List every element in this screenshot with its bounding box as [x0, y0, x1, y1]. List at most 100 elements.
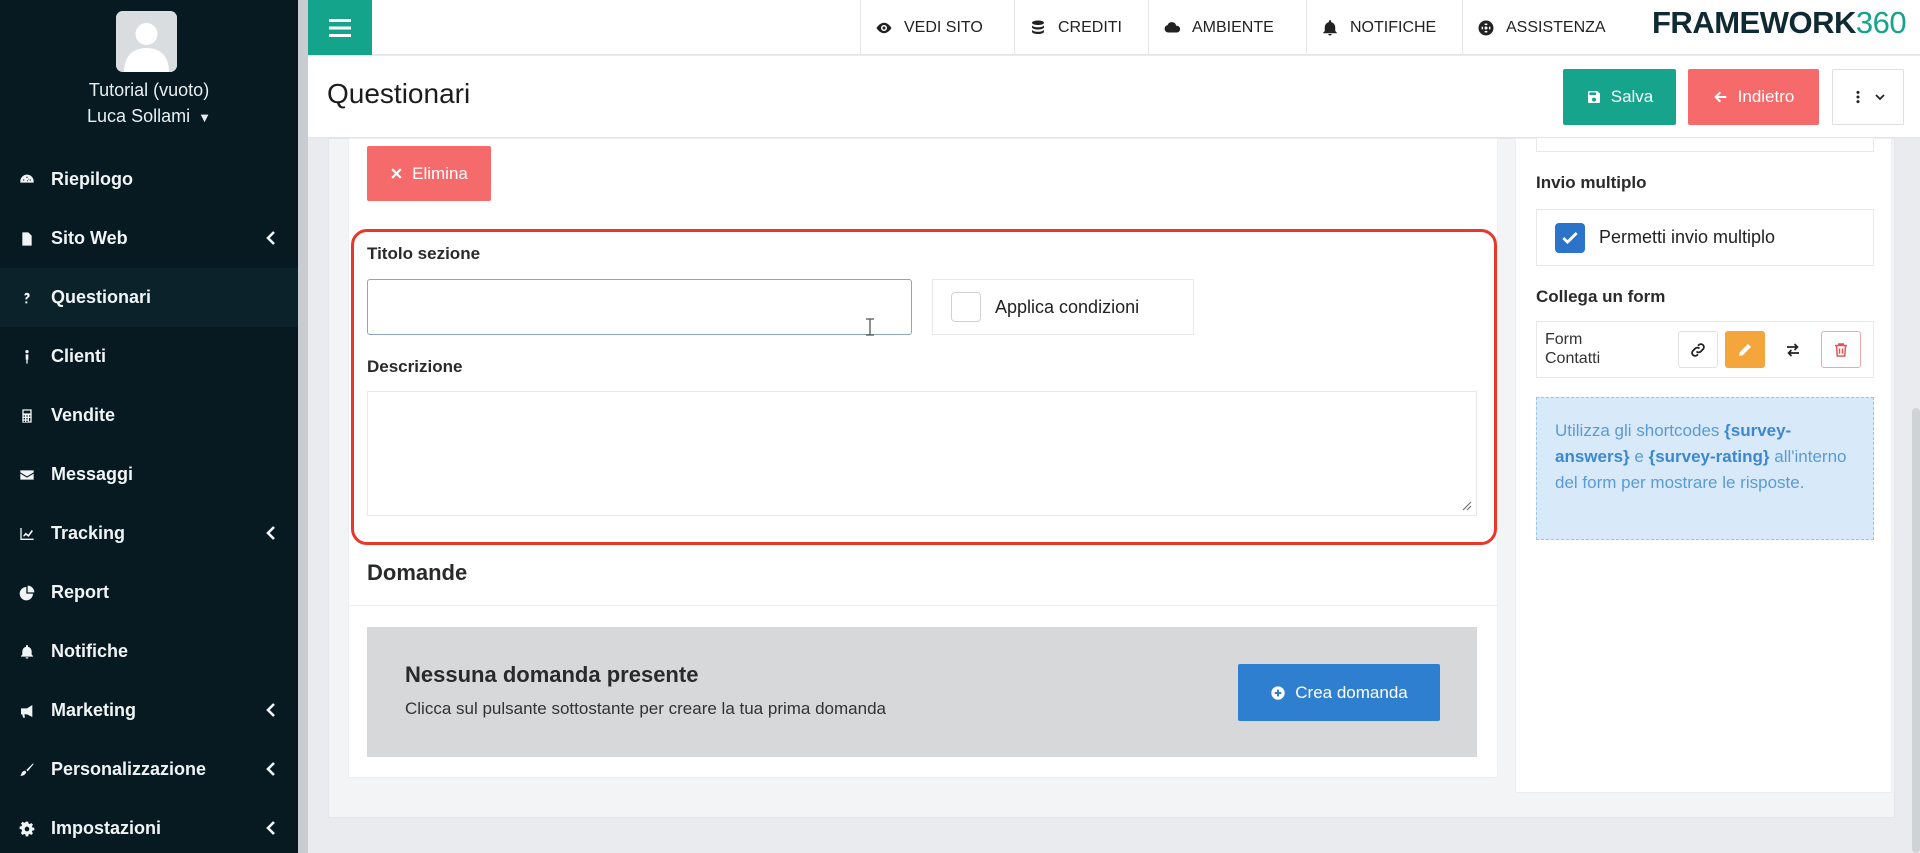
bell-icon	[18, 643, 36, 661]
topnav-label: AMBIENTE	[1192, 18, 1274, 36]
user-silhouette-icon	[116, 11, 177, 72]
sidebar-item-label: Report	[51, 582, 109, 602]
brush-icon	[18, 761, 36, 779]
multi-submit-heading: Invio multiplo	[1536, 173, 1647, 192]
chevron-left-icon	[266, 702, 276, 718]
sidebar-item-vendite[interactable]: Vendite	[0, 386, 298, 445]
multi-submit-toggle[interactable]: Permetti invio multiplo	[1536, 209, 1874, 266]
back-label: Indietro	[1737, 87, 1795, 106]
questions-heading: Domande	[367, 560, 468, 585]
pie-chart-icon	[18, 584, 36, 602]
megaphone-icon	[18, 702, 36, 720]
title-bar	[308, 56, 1920, 138]
exchange-icon	[1787, 342, 1799, 357]
shortcode-rating: {survey-rating}	[1648, 447, 1770, 466]
chevron-down-icon	[1874, 94, 1885, 101]
sidebar-item-riepilogo[interactable]: Riepilogo	[0, 150, 298, 209]
chevron-left-icon	[266, 525, 276, 541]
edit-form-button[interactable]	[1725, 331, 1765, 368]
sidebar-item-tracking[interactable]: Tracking	[0, 504, 298, 563]
plus-circle-icon	[1271, 685, 1285, 700]
sidebar-item-label: Messaggi	[51, 464, 134, 484]
file-icon	[18, 230, 36, 248]
create-question-label: Crea domanda	[1295, 682, 1408, 702]
floppy-disk-icon	[1587, 91, 1600, 103]
divider	[349, 605, 1497, 606]
sidebar-item-label: Clienti	[51, 346, 107, 366]
topnav-crediti[interactable]: CREDITI	[1014, 0, 1136, 55]
text-cursor-icon	[866, 318, 874, 336]
topnav-ambiente[interactable]: AMBIENTE	[1148, 0, 1288, 55]
page-title: Questionari	[327, 78, 471, 109]
section-title-input[interactable]	[367, 279, 912, 335]
swap-form-button[interactable]	[1773, 331, 1813, 368]
topnav-vedi-sito[interactable]: VEDI SITO	[860, 0, 997, 55]
more-options-button[interactable]	[1832, 69, 1904, 125]
description-label: Descrizione	[367, 357, 463, 376]
sidebar-item-messaggi[interactable]: Messaggi	[0, 445, 298, 504]
user-menu[interactable]: Luca Sollami ▼	[0, 106, 298, 127]
resize-handle-icon[interactable]	[1462, 501, 1472, 511]
sidebar-item-sito-web[interactable]: Sito Web	[0, 209, 298, 268]
chevron-left-icon	[266, 761, 276, 777]
save-button[interactable]: Salva	[1563, 69, 1676, 125]
sidebar-item-questionari[interactable]: Questionari	[0, 268, 298, 327]
info-text: e	[1629, 447, 1649, 466]
sidebar-item-clienti[interactable]: Clienti	[0, 327, 298, 386]
page-scrollbar[interactable]	[1912, 408, 1920, 853]
topnav-label: ASSISTENZA	[1506, 18, 1606, 36]
arrow-left-icon	[1713, 91, 1726, 103]
brand-logo[interactable]: FRAMEWORK360	[1652, 5, 1907, 41]
description-textarea[interactable]	[367, 391, 1477, 516]
empty-questions-subtitle: Clicca sul pulsante sottostante per crea…	[405, 699, 886, 718]
sidebar-item-label: Notifiche	[51, 641, 129, 661]
menu-toggle-button[interactable]	[308, 0, 372, 55]
cloud-icon	[1164, 21, 1181, 32]
brand-number: 360	[1855, 5, 1907, 40]
sidebar-item-impostazioni[interactable]: Impostazioni	[0, 799, 298, 853]
create-question-button[interactable]: Crea domanda	[1238, 664, 1440, 721]
back-button[interactable]: Indietro	[1688, 69, 1819, 125]
topnav-label: VEDI SITO	[904, 18, 983, 36]
remove-form-button[interactable]	[1821, 331, 1861, 368]
topnav-label: NOTIFICHE	[1350, 18, 1437, 36]
sidebar-edge	[298, 0, 308, 853]
dashboard-icon	[18, 171, 36, 189]
linked-form-name: Form Contatti	[1545, 331, 1601, 367]
sidebar-item-notifiche[interactable]: Notifiche	[0, 622, 298, 681]
chart-line-icon	[18, 525, 36, 543]
sidebar-item-marketing[interactable]: Marketing	[0, 681, 298, 740]
calculator-icon	[18, 407, 36, 425]
topnav-notifiche[interactable]: NOTIFICHE	[1306, 0, 1450, 55]
empty-questions-title: Nessuna domanda presente	[405, 662, 699, 687]
apply-conditions-label: Applica condizioni	[995, 296, 1140, 317]
link-form-button[interactable]	[1678, 331, 1718, 368]
check-icon	[1562, 231, 1578, 244]
user-organization: Tutorial (vuoto)	[88, 80, 210, 100]
chevron-down-icon: ▼	[198, 110, 211, 125]
apply-conditions-toggle[interactable]: Applica condizioni	[932, 279, 1194, 335]
envelope-icon	[18, 466, 36, 484]
topnav-assistenza[interactable]: ASSISTENZA	[1462, 0, 1620, 55]
sidebar-item-report[interactable]: Report	[0, 563, 298, 622]
sidebar-item-label: Riepilogo	[51, 169, 133, 189]
sidebar-item-label: Impostazioni	[51, 818, 162, 838]
sidebar-item-label: Tracking	[51, 523, 126, 543]
section-title-label: Titolo sezione	[367, 244, 481, 263]
info-text: Utilizza gli shortcodes	[1555, 421, 1725, 440]
close-icon	[391, 168, 402, 179]
multi-submit-checkbox[interactable]	[1555, 222, 1585, 253]
question-icon	[18, 289, 36, 307]
sidebar-item-label: Marketing	[51, 700, 137, 720]
sidebar-item-label: Vendite	[51, 405, 116, 425]
sidebar-item-personalizzazione[interactable]: Personalizzazione	[0, 740, 298, 799]
link-icon	[1691, 342, 1705, 357]
chevron-left-icon	[266, 230, 276, 246]
sidebar: Tutorial (vuoto) Luca Sollami ▼ Riepilogo…	[0, 0, 298, 853]
apply-conditions-checkbox[interactable]	[951, 292, 981, 322]
multi-submit-label: Permetti invio multiplo	[1599, 227, 1776, 247]
avatar[interactable]	[116, 11, 177, 72]
delete-section-button[interactable]: Elimina	[367, 146, 491, 201]
delete-label: Elimina	[412, 163, 468, 183]
shortcodes-info: Utilizza gli shortcodes {survey-answers}…	[1536, 397, 1874, 540]
